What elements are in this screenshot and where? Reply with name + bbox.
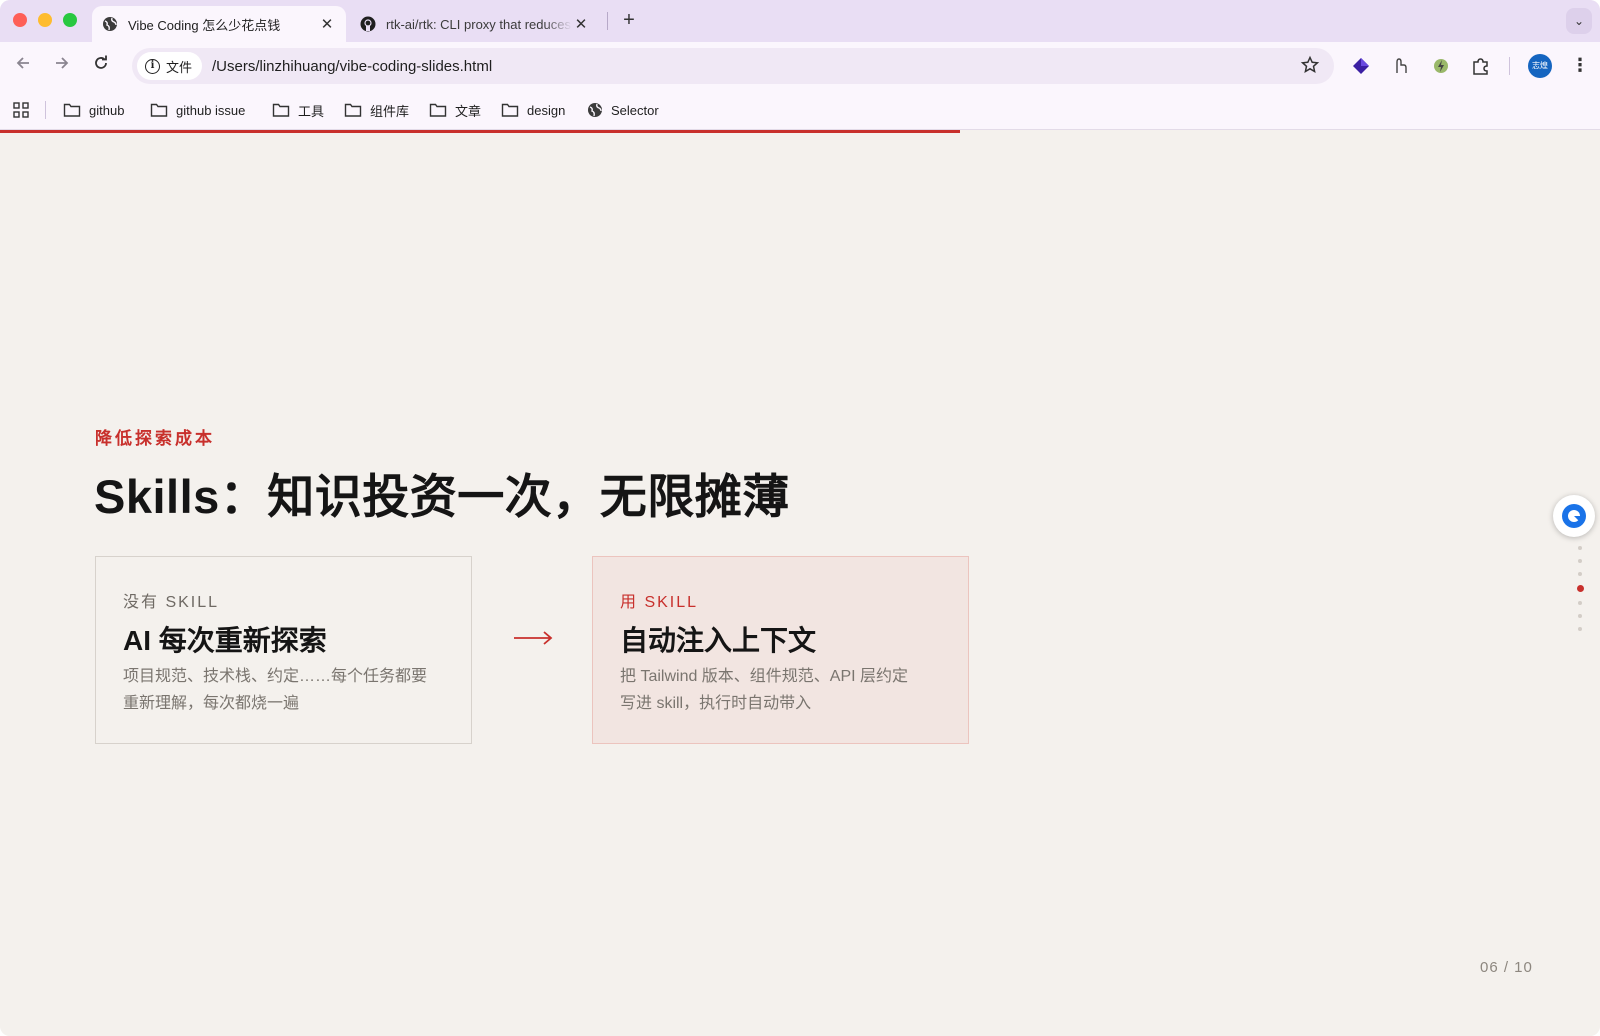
browser-toolbar: i 文件 /Users/linzhihuang/vibe-coding-slid… (0, 42, 1600, 90)
extensions-puzzle-icon[interactable] (1469, 54, 1493, 78)
folder-icon (501, 103, 519, 117)
tab-title: Vibe Coding 怎么少花点钱 (128, 17, 281, 33)
slide-dot[interactable] (1578, 559, 1582, 563)
folder-icon (272, 103, 290, 117)
extension-bolt-icon[interactable] (1429, 54, 1453, 78)
minimize-window-button[interactable] (38, 13, 52, 27)
maximize-window-button[interactable] (63, 13, 77, 27)
slide-dot[interactable] (1578, 614, 1582, 618)
bookmark-folder-articles[interactable]: 文章 (429, 99, 481, 121)
bookmark-label: github issue (176, 102, 246, 118)
folder-icon (150, 103, 168, 117)
globe-icon (588, 103, 602, 117)
card-description: 把 Tailwind 版本、组件规范、API 层约定 写进 skill，执行时自… (620, 663, 950, 717)
card-without-skill: 没有 SKILL AI 每次重新探索 项目规范、技术栈、约定……每个任务都要 重… (95, 556, 472, 744)
close-tab-icon[interactable]: ✕ (572, 15, 590, 33)
browser-menu-icon[interactable]: ⋮ (1570, 54, 1590, 78)
bookmark-label: 文章 (455, 103, 482, 119)
tab-vibe-coding[interactable]: Vibe Coding 怎么少花点钱 ✕ (92, 6, 346, 42)
tab-strip: Vibe Coding 怎么少花点钱 ✕ rtk-ai/rtk: CLI pro… (0, 0, 1600, 42)
bookmarks-bar: github github issue 工具 组件库 文章 design Sel… (0, 90, 1600, 130)
floating-assistant-button[interactable] (1553, 495, 1595, 537)
card-description-line: 项目规范、技术栈、约定……每个任务都要 (123, 668, 428, 685)
bookmark-folder-github[interactable]: github (63, 99, 124, 121)
bookmark-label: github (89, 102, 125, 118)
toolbar-divider (1509, 57, 1510, 75)
card-description-line: 写进 skill，执行时自动带入 (620, 695, 812, 712)
bookmark-folder-tools[interactable]: 工具 (272, 99, 324, 121)
card-title: 自动注入上下文 (620, 625, 817, 656)
arrow-left-icon (16, 57, 29, 69)
tab-rtk[interactable]: rtk-ai/rtk: CLI proxy that reduces ✕ (350, 6, 600, 42)
reload-button[interactable] (89, 54, 113, 78)
profile-avatar[interactable]: 志煌 (1528, 54, 1552, 78)
tab-divider (607, 12, 608, 30)
github-icon (360, 16, 376, 32)
arrow-right-icon (514, 631, 553, 645)
bookmark-label: Selector (611, 102, 659, 118)
close-window-button[interactable] (13, 13, 27, 27)
slide: 降低探索成本 Skills：知识投资一次，无限摊薄 没有 SKILL AI 每次… (0, 133, 1600, 1036)
new-tab-button[interactable]: + (617, 9, 641, 33)
arrow-right-icon (56, 57, 69, 69)
browser-window: Vibe Coding 怎么少花点钱 ✕ rtk-ai/rtk: CLI pro… (0, 0, 1600, 1036)
extension-hand-icon[interactable] (1389, 54, 1413, 78)
slide-page-counter: 06 / 10 (1480, 959, 1533, 976)
folder-icon (63, 103, 81, 117)
folder-icon (344, 103, 362, 117)
folder-icon (429, 103, 447, 117)
card-title: AI 每次重新探索 (123, 625, 327, 656)
site-info-label: 文件 (166, 59, 193, 75)
bookmark-star-icon[interactable] (1300, 55, 1320, 75)
slide-dot[interactable] (1578, 627, 1582, 631)
apps-grid-icon[interactable] (12, 101, 30, 119)
reload-icon (95, 55, 107, 69)
extension-diamond-icon[interactable] (1349, 54, 1373, 78)
slide-headline: Skills：知识投资一次，无限摊薄 (94, 470, 790, 523)
card-description-line: 把 Tailwind 版本、组件规范、API 层约定 (620, 668, 909, 685)
close-tab-icon[interactable]: ✕ (318, 15, 336, 33)
card-label: 没有 SKILL (123, 594, 220, 611)
slide-dot[interactable] (1578, 601, 1582, 605)
bookmark-label: design (527, 102, 566, 118)
bookmark-folder-design[interactable]: design (501, 99, 565, 121)
assistant-icon (1562, 504, 1586, 528)
back-button[interactable] (11, 54, 35, 78)
bookmark-folder-components[interactable]: 组件库 (344, 99, 409, 121)
card-description: 项目规范、技术栈、约定……每个任务都要 重新理解，每次都烧一遍 (123, 663, 453, 717)
bookmark-folder-github-issue[interactable]: github issue (150, 99, 245, 121)
slide-nav-dots (1577, 546, 1584, 640)
forward-button[interactable] (50, 54, 74, 78)
tab-title: rtk-ai/rtk: CLI proxy that reduces (386, 16, 571, 32)
bookmarks-divider (45, 101, 46, 119)
card-description-line: 重新理解，每次都烧一遍 (123, 695, 300, 712)
tab-search-button[interactable]: ⌄ (1566, 8, 1592, 34)
card-with-skill: 用 SKILL 自动注入上下文 把 Tailwind 版本、组件规范、API 层… (592, 556, 969, 744)
slide-dot[interactable] (1578, 572, 1582, 576)
bookmark-label: 工具 (298, 103, 325, 119)
site-info-chip[interactable]: i 文件 (137, 52, 203, 80)
address-bar[interactable]: i 文件 /Users/linzhihuang/vibe-coding-slid… (132, 48, 1334, 84)
slide-dot[interactable] (1578, 546, 1582, 550)
url-text[interactable]: /Users/linzhihuang/vibe-coding-slides.ht… (212, 58, 492, 75)
card-label: 用 SKILL (620, 594, 699, 611)
slide-dot-active[interactable] (1577, 585, 1584, 592)
globe-icon (103, 17, 117, 31)
bookmark-label: 组件库 (370, 103, 410, 119)
slide-eyebrow: 降低探索成本 (95, 429, 215, 448)
bookmark-selector[interactable]: Selector (587, 99, 659, 121)
info-icon: i (145, 58, 160, 74)
